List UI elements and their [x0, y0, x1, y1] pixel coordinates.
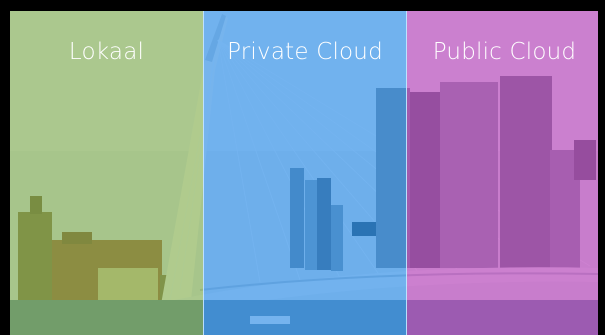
image-frame: Lokaal Private Cloud Public Cloud	[0, 0, 605, 335]
panel-lokaal: Lokaal	[10, 11, 203, 335]
panel-private-cloud: Private Cloud	[203, 11, 407, 335]
panel-label-private-cloud: Private Cloud	[227, 39, 383, 65]
panel-public-cloud: Public Cloud	[407, 11, 598, 335]
panel-label-public-cloud: Public Cloud	[432, 39, 577, 65]
panel-label-lokaal: Lokaal	[68, 39, 145, 65]
